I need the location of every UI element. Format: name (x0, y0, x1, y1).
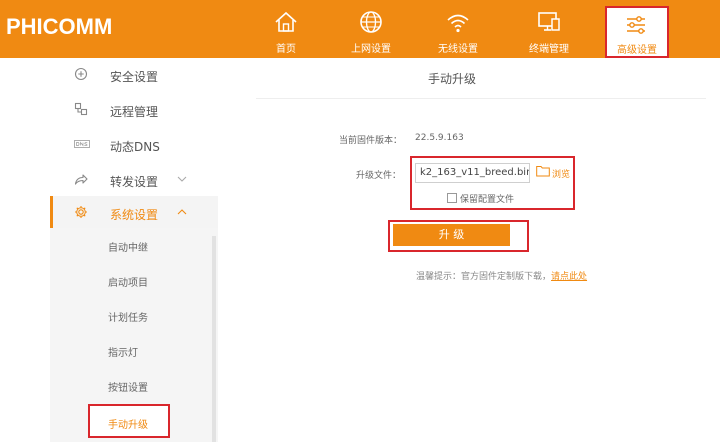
forward-icon (74, 174, 88, 185)
nav-devices[interactable]: 终端管理 (509, 0, 589, 58)
tip-text: 温馨提示：官方固件定制版下载， (416, 272, 552, 282)
home-icon (275, 11, 297, 32)
sidebar: 安全设置 远程管理 动态DNS 转发设置 系统设置 自动中继 启动项目 计划任务… (50, 58, 218, 442)
globe-icon (360, 11, 382, 33)
nav-internet[interactable]: 上网设置 (331, 0, 411, 58)
chevron-down-icon (177, 176, 187, 182)
sidebar-item-remote[interactable]: 远程管理 (50, 93, 218, 128)
submenu-auto-relay[interactable]: 自动中继 (108, 239, 148, 254)
remote-icon (74, 102, 88, 116)
sidebar-item-label: 远程管理 (110, 105, 159, 119)
nav-wireless-label: 无线设置 (438, 44, 478, 55)
sidebar-item-label: 系统设置 (110, 208, 159, 222)
wifi-icon (447, 14, 469, 33)
tip-link[interactable]: 请点此处 (551, 272, 587, 282)
dns-icon (74, 140, 90, 148)
header-right-strip (686, 0, 720, 58)
plus-circle-icon (74, 67, 88, 81)
checkbox-box[interactable] (447, 193, 457, 203)
submenu-indicator-light[interactable]: 指示灯 (108, 344, 138, 359)
submenu-startup-items[interactable]: 启动项目 (108, 274, 148, 289)
devices-icon (538, 12, 560, 31)
sidebar-item-label: 安全设置 (110, 70, 159, 84)
submenu-scheduled-tasks[interactable]: 计划任务 (108, 309, 148, 324)
submenu-manual-upgrade[interactable]: 手动升级 (88, 404, 170, 438)
upgrade-file-label: 升级文件： (356, 171, 402, 181)
nav-internet-label: 上网设置 (351, 44, 391, 55)
submenu-button-settings[interactable]: 按钮设置 (108, 379, 148, 394)
sidebar-item-forwarding[interactable]: 转发设置 (50, 163, 218, 198)
nav-wireless[interactable]: 无线设置 (418, 0, 498, 58)
keep-config-label: 保留配置文件 (460, 195, 515, 205)
submenu-manual-upgrade-label: 手动升级 (108, 420, 148, 431)
sidebar-item-label: 转发设置 (110, 175, 159, 189)
browse-label: 浏览 (552, 170, 571, 180)
phicomm-logo: PHICOMM (6, 14, 113, 39)
nav-advanced-label: 高级设置 (617, 45, 657, 56)
sidebar-item-security[interactable]: 安全设置 (50, 58, 218, 93)
title-divider (256, 98, 706, 99)
chevron-up-icon (177, 209, 187, 215)
folder-icon (536, 166, 550, 177)
firmware-version-value: 22.5.9.163 (415, 133, 464, 143)
download-tip: 温馨提示：官方固件定制版下载，请点此处 (416, 269, 587, 282)
nav-home[interactable]: 首页 (246, 0, 326, 58)
upgrade-file-input[interactable]: k2_163_v11_breed.bin (415, 163, 530, 183)
nav-devices-label: 终端管理 (529, 44, 569, 55)
firmware-version-label: 当前固件版本： (339, 136, 403, 146)
sidebar-item-system[interactable]: 系统设置 (50, 196, 218, 231)
upgrade-button[interactable]: 升 级 (393, 224, 510, 246)
sidebar-item-ddns[interactable]: 动态DNS (50, 128, 218, 163)
page-title: 手动升级 (428, 72, 477, 86)
sliders-icon (627, 16, 645, 34)
nav-advanced[interactable]: 高级设置 (605, 6, 669, 58)
gear-icon (75, 206, 87, 218)
sidebar-item-label: 动态DNS (110, 140, 160, 154)
nav-home-label: 首页 (276, 44, 296, 55)
top-bar: PHICOMM 首页 上网设置 无线设置 终端管理 高级设置 (0, 0, 720, 58)
sidebar-scrollbar[interactable] (212, 236, 216, 442)
